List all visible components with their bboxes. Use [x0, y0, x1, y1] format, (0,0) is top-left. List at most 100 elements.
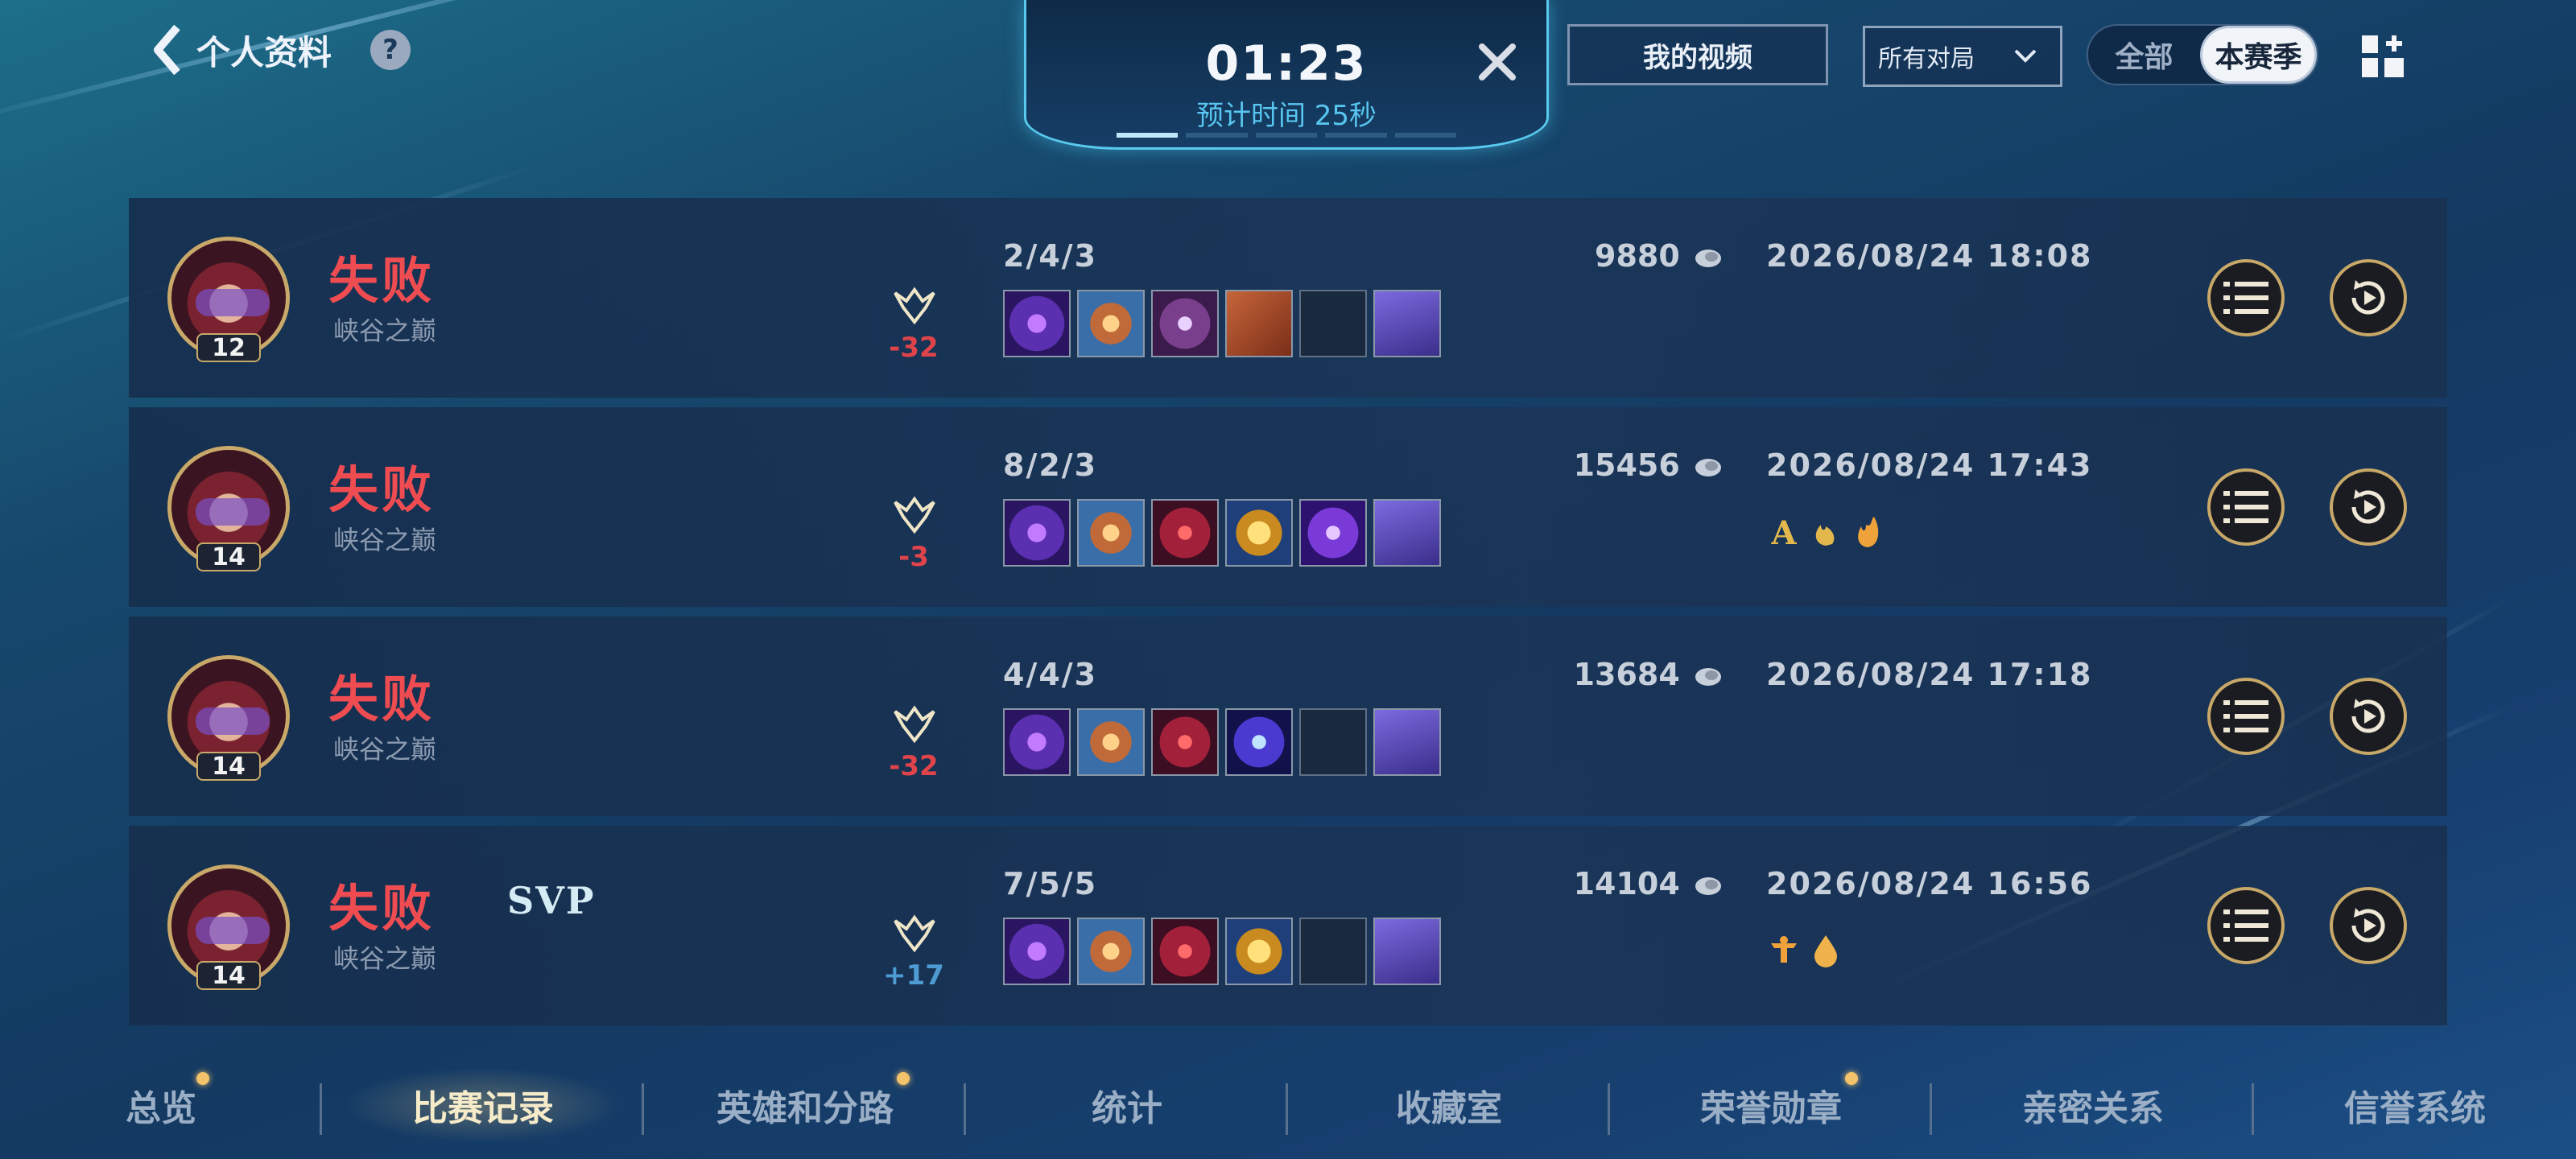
match-row[interactable]: 14 失败 峡谷之巅 SVP +17 7/5/5 14104 2026/08/2… [129, 826, 2447, 1025]
match-detail-button[interactable] [2207, 468, 2285, 546]
item-icon[interactable] [1003, 290, 1071, 357]
match-date: 2026/08/24 18:08 [1766, 238, 2093, 274]
match-detail-button[interactable] [2207, 259, 2285, 336]
gold-earned: 15456 [1441, 448, 1723, 483]
tab-label: 亲密关系 [2022, 1088, 2164, 1129]
coin-icon [1695, 249, 1721, 267]
svg-text:A: A [1770, 514, 1797, 549]
empty-item-slot [1299, 290, 1367, 357]
achievement-badges: A [1766, 514, 1885, 549]
match-detail-button[interactable] [2207, 678, 2285, 755]
item-icon[interactable] [1373, 499, 1441, 567]
tab-collection[interactable]: 收藏室 [1288, 1061, 1610, 1149]
rank-points-change: -32 [889, 332, 939, 364]
item-icon[interactable] [1003, 918, 1071, 985]
achievement-badges [1766, 932, 1843, 967]
tab-label: 荣誉勋章 [1700, 1088, 1842, 1129]
fire-badge-icon [1858, 517, 1879, 547]
match-date: 2026/08/24 16:56 [1766, 866, 2093, 901]
item-icon[interactable] [1225, 708, 1293, 776]
item-icon[interactable] [1373, 290, 1441, 357]
match-row[interactable]: 12 失败 峡谷之巅 -32 2/4/3 9880 2026/08/24 18:… [129, 198, 2447, 398]
gold-earned: 13684 [1441, 657, 1723, 692]
rank-crest-icon [894, 496, 935, 534]
matchmaking-timer-panel: 01:23 预计时间 25秒 [1024, 0, 1549, 150]
list-icon [2223, 282, 2268, 314]
rank-points-change: -32 [889, 750, 939, 782]
item-icon[interactable] [1373, 918, 1441, 985]
item-icon[interactable] [1003, 708, 1071, 776]
gold-earned: 14104 [1441, 866, 1723, 901]
match-mode: 峡谷之巅 [333, 943, 437, 974]
replay-icon [2351, 280, 2385, 315]
my-video-button[interactable]: 我的视频 [1567, 24, 1828, 85]
back-button[interactable]: 个人资料 ? [153, 24, 411, 76]
item-icon[interactable] [1077, 290, 1145, 357]
notification-dot [897, 1072, 910, 1085]
replay-button[interactable] [2330, 259, 2407, 336]
tab-heroes-and-lanes[interactable]: 英雄和分路 [644, 1061, 966, 1149]
notification-dot [1845, 1072, 1858, 1085]
toggle-this-season[interactable]: 本赛季 [2200, 26, 2317, 84]
layout-grid-icon[interactable] [2360, 34, 2405, 79]
gold-value: 14104 [1573, 866, 1680, 901]
rank-crest-icon [894, 287, 935, 325]
tab-honor-medals[interactable]: 荣誉勋章 [1610, 1061, 1932, 1149]
tab-credit-system[interactable]: 信誉系统 [2254, 1061, 2576, 1149]
hero-level: 12 [196, 333, 261, 362]
tab-intimacy[interactable]: 亲密关系 [1932, 1061, 2254, 1149]
empty-item-slot [1299, 918, 1367, 985]
item-icon[interactable] [1373, 708, 1441, 776]
item-icon[interactable] [1151, 918, 1219, 985]
match-result: 失败 [328, 460, 436, 519]
match-filter-value: 所有对局 [1878, 45, 1975, 73]
match-row[interactable]: 14 失败 峡谷之巅 -3 8/2/3 15456 2026/08/24 17:… [129, 407, 2447, 607]
item-icon[interactable] [1151, 708, 1219, 776]
toggle-all[interactable]: 全部 [2088, 26, 2200, 84]
page-title: 个人资料 [196, 32, 332, 72]
rank-points-change: +17 [883, 959, 944, 992]
tab-overview[interactable]: 总览 [0, 1061, 322, 1149]
chevron-left-icon [154, 24, 180, 76]
item-icon[interactable] [1151, 499, 1219, 567]
match-row[interactable]: 14 失败 峡谷之巅 -32 4/4/3 13684 2026/08/24 17… [129, 617, 2447, 816]
chevron-down-icon [2014, 49, 2037, 63]
tab-label: 总览 [126, 1088, 196, 1129]
coin-icon [1695, 458, 1721, 476]
replay-button[interactable] [2330, 468, 2407, 546]
gold-earned: 9880 [1441, 238, 1723, 274]
hero-level: 14 [196, 752, 261, 781]
cancel-matchmaking-close-icon[interactable] [1476, 40, 1519, 84]
item-icon[interactable] [1299, 499, 1367, 567]
item-icon[interactable] [1077, 708, 1145, 776]
flame-leaf-badge-icon [1815, 525, 1835, 546]
rank-points-change: -3 [898, 541, 929, 573]
coin-icon [1695, 667, 1721, 686]
item-icon[interactable] [1003, 499, 1071, 567]
help-icon[interactable]: ? [370, 30, 411, 70]
tab-label: 比赛记录 [412, 1088, 554, 1129]
tab-label: 统计 [1092, 1088, 1162, 1129]
hero-level: 14 [196, 961, 261, 990]
item-icon[interactable] [1225, 499, 1293, 567]
match-list: 12 失败 峡谷之巅 -32 2/4/3 9880 2026/08/24 18:… [129, 198, 2447, 1035]
season-toggle[interactable]: 全部 本赛季 [2087, 24, 2318, 85]
tab-match-history[interactable]: 比赛记录 [322, 1061, 644, 1149]
kda: 4/4/3 [1003, 657, 1098, 692]
item-icon[interactable] [1077, 918, 1145, 985]
match-detail-button[interactable] [2207, 887, 2285, 964]
drop-badge-icon [1814, 935, 1837, 967]
bottom-tab-bar: 总览 比赛记录 英雄和分路 统计 收藏室 荣誉勋章 亲密关系 信誉系统 [0, 1061, 2576, 1149]
tab-label: 英雄和分路 [716, 1088, 894, 1129]
replay-icon [2351, 489, 2385, 524]
replay-button[interactable] [2330, 887, 2407, 964]
item-icon[interactable] [1077, 499, 1145, 567]
item-icon[interactable] [1151, 290, 1219, 357]
estimated-time: 预计时间 25秒 [1195, 100, 1377, 132]
match-filter-select[interactable]: 所有对局 [1863, 26, 2062, 87]
kda: 8/2/3 [1003, 448, 1098, 483]
replay-button[interactable] [2330, 678, 2407, 755]
item-icon[interactable] [1225, 290, 1293, 357]
item-icon[interactable] [1225, 918, 1293, 985]
tab-statistics[interactable]: 统计 [966, 1061, 1288, 1149]
